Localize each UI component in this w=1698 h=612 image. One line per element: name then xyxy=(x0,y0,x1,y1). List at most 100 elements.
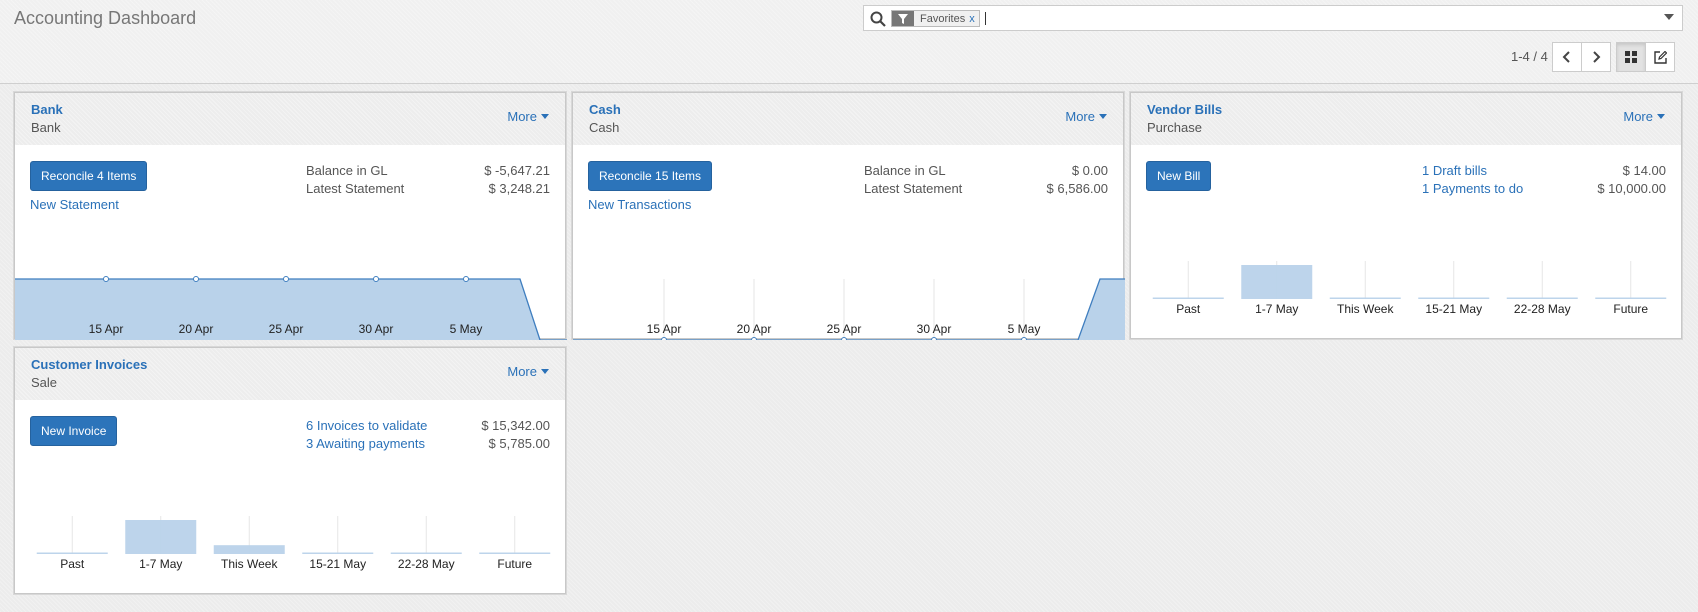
journal-card-bank: Bank Bank More Reconcile 4 Items New Sta… xyxy=(14,92,567,340)
cash-balance-chart: 15 Apr 20 Apr 25 Apr 30 Apr 5 May xyxy=(573,278,1125,340)
pager-buttons xyxy=(1552,42,1611,72)
chevron-left-icon xyxy=(1562,51,1570,63)
bar xyxy=(479,552,551,554)
facet-remove-button[interactable]: x xyxy=(969,13,979,25)
data-point xyxy=(751,337,757,340)
pager-previous-button[interactable] xyxy=(1552,42,1582,72)
search-facet-favorites[interactable]: Favorites x xyxy=(891,10,980,27)
x-tick-label: 25 Apr xyxy=(269,322,304,336)
x-tick-label: 15-21 May xyxy=(309,557,366,571)
x-tick-label: 15 Apr xyxy=(89,322,124,336)
caret-down-icon xyxy=(541,114,549,119)
more-dropdown[interactable]: More xyxy=(507,364,549,379)
bar xyxy=(390,552,462,554)
x-tick-label: 1-7 May xyxy=(1255,302,1298,316)
edit-icon xyxy=(1653,50,1667,64)
bank-balance-chart: 15 Apr 20 Apr 25 Apr 30 Apr 5 May xyxy=(15,276,567,340)
card-subtitle: Bank xyxy=(31,120,61,135)
vendor-bills-chart: Past 1-7 May This Week 15-21 May 22-28 May Fu… xyxy=(1152,261,1667,316)
x-tick-label: Future xyxy=(497,557,532,571)
reconcile-button[interactable]: Reconcile 15 Items xyxy=(588,161,713,191)
view-switcher xyxy=(1616,42,1675,72)
search-options-toggle[interactable] xyxy=(1664,14,1674,20)
bar xyxy=(1595,297,1667,299)
bar xyxy=(213,545,285,554)
data-point xyxy=(373,276,379,282)
balance-label: Balance in GL xyxy=(864,163,946,178)
card-header: Cash Cash More xyxy=(573,93,1123,145)
more-label: More xyxy=(507,364,537,379)
x-tick-label: 30 Apr xyxy=(917,322,952,336)
awaiting-payments-amount: $ 5,785.00 xyxy=(488,436,550,451)
search-box[interactable]: Favorites x xyxy=(863,5,1683,31)
card-subtitle: Sale xyxy=(31,375,58,390)
form-view-button[interactable] xyxy=(1645,42,1675,72)
x-tick-label: 20 Apr xyxy=(737,322,772,336)
card-title[interactable]: Bank xyxy=(31,102,63,117)
card-subtitle: Cash xyxy=(589,120,620,135)
bar xyxy=(1152,297,1224,299)
reconcile-button[interactable]: Reconcile 4 Items xyxy=(30,161,148,191)
facet-label: Favorites xyxy=(920,12,966,25)
data-point xyxy=(103,276,109,282)
awaiting-payments-link[interactable]: 3 Awaiting payments xyxy=(306,436,425,451)
new-transactions-link[interactable]: New Transactions xyxy=(588,197,691,212)
page-title: Accounting Dashboard xyxy=(14,8,197,28)
more-dropdown[interactable]: More xyxy=(1065,109,1107,124)
bar xyxy=(1329,297,1401,299)
caret-down-icon xyxy=(541,369,549,374)
x-tick-label: 5 May xyxy=(1008,322,1041,336)
payments-to-do-link[interactable]: 1 Payments to do xyxy=(1422,181,1523,196)
card-title[interactable]: Cash xyxy=(589,102,621,117)
card-subtitle: Purchase xyxy=(1147,120,1202,135)
x-tick-label: 22-28 May xyxy=(1514,302,1571,316)
data-point xyxy=(841,337,847,340)
x-tick-label: Past xyxy=(60,557,85,571)
more-label: More xyxy=(1623,109,1653,124)
card-header: Vendor Bills Purchase More xyxy=(1131,93,1681,145)
bar xyxy=(1241,265,1313,299)
card-title[interactable]: Customer Invoices xyxy=(31,357,147,372)
statement-label: Latest Statement xyxy=(864,181,963,196)
bar xyxy=(1506,297,1578,299)
caret-down-icon xyxy=(1657,114,1665,119)
new-bill-button[interactable]: New Bill xyxy=(1146,161,1212,191)
data-point xyxy=(283,276,289,282)
data-point xyxy=(193,276,199,282)
balance-label: Balance in GL xyxy=(306,163,388,178)
kanban-view-button[interactable] xyxy=(1616,42,1646,72)
search-icon[interactable] xyxy=(870,11,886,27)
new-invoice-button[interactable]: New Invoice xyxy=(30,416,118,446)
pager-value[interactable]: 1-4 / 4 xyxy=(1511,49,1548,64)
bar xyxy=(36,552,108,554)
kanban-icon xyxy=(1625,51,1637,63)
x-tick-label: Future xyxy=(1613,302,1648,316)
text-cursor xyxy=(985,12,986,25)
card-header: Customer Invoices Sale More xyxy=(15,348,565,400)
balance-amount: $ 0.00 xyxy=(1071,163,1108,178)
x-tick-label: 15 Apr xyxy=(647,322,682,336)
journal-card-cash: Cash Cash More Reconcile 15 Items New Tr… xyxy=(572,92,1125,340)
card-title[interactable]: Vendor Bills xyxy=(1147,102,1222,117)
draft-bills-link[interactable]: 1 Draft bills xyxy=(1422,163,1487,178)
control-panel: Accounting Dashboard Favorites x 1-4 / 4 xyxy=(0,0,1698,84)
filter-icon xyxy=(892,11,914,26)
more-label: More xyxy=(507,109,537,124)
chevron-right-icon xyxy=(1593,51,1601,63)
x-tick-label: 5 May xyxy=(450,322,483,336)
more-dropdown[interactable]: More xyxy=(507,109,549,124)
bar xyxy=(302,552,374,554)
data-point xyxy=(1021,337,1027,340)
more-dropdown[interactable]: More xyxy=(1623,109,1665,124)
customer-invoices-chart: Past 1-7 May This Week 15-21 May 22-28 May Fu… xyxy=(36,516,551,571)
new-statement-link[interactable]: New Statement xyxy=(30,197,119,212)
invoices-to-validate-amount: $ 15,342.00 xyxy=(481,418,550,433)
search-input[interactable] xyxy=(984,8,1544,28)
journal-card-customer-invoices: Customer Invoices Sale More New Invoice … xyxy=(14,347,566,594)
invoices-to-validate-link[interactable]: 6 Invoices to validate xyxy=(306,418,427,433)
pager-next-button[interactable] xyxy=(1581,42,1611,72)
x-tick-label: 25 Apr xyxy=(827,322,862,336)
bar xyxy=(1418,297,1490,299)
data-point xyxy=(463,276,469,282)
draft-bills-amount: $ 14.00 xyxy=(1622,163,1666,178)
